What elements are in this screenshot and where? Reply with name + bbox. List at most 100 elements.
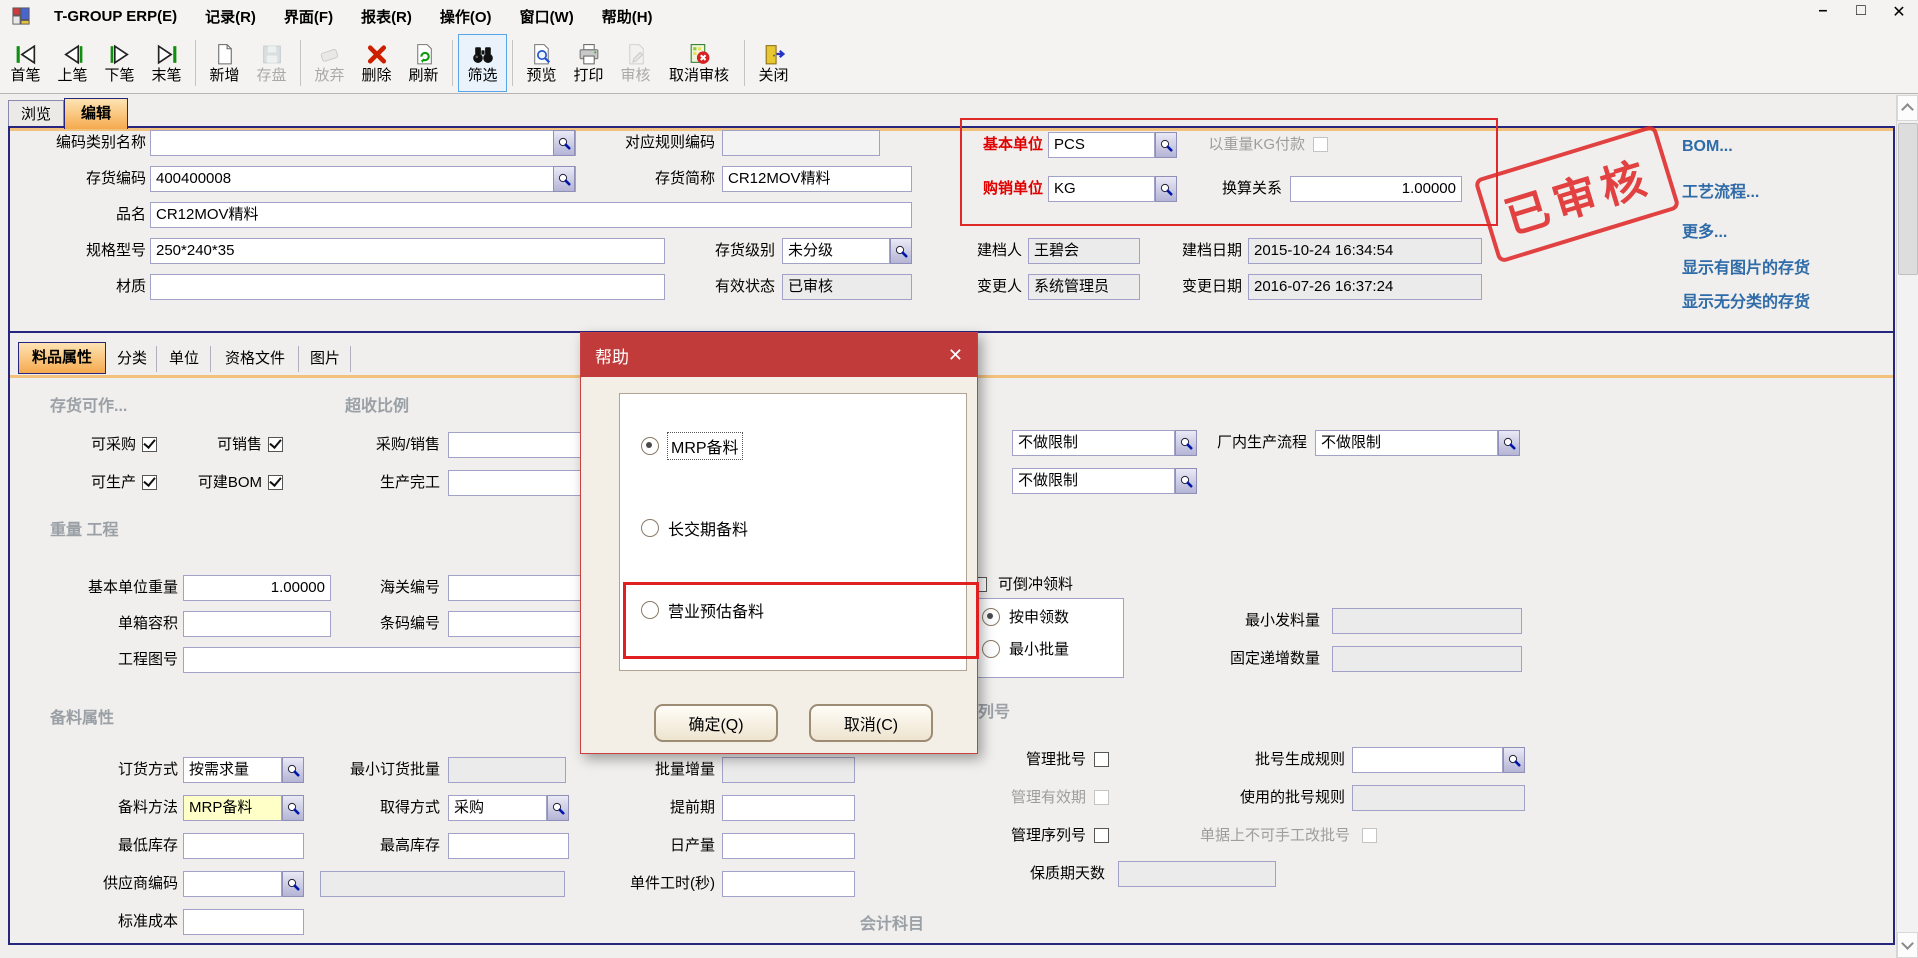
rule-code-field[interactable]	[722, 130, 880, 156]
menu-operation[interactable]: 操作(O)	[426, 1, 506, 32]
close-window-button[interactable]: ✕	[1888, 2, 1910, 22]
vertical-scrollbar[interactable]	[1896, 95, 1918, 958]
link-show-with-image[interactable]: 显示有图片的存货	[1682, 254, 1810, 278]
manage-serial-checkbox[interactable]	[1094, 828, 1109, 843]
acquire-mode-lookup-icon[interactable]	[547, 795, 569, 821]
batch-rule-lookup-icon[interactable]	[1503, 747, 1525, 773]
last-record-button[interactable]: 末笔	[143, 35, 190, 91]
help-dialog-titlebar[interactable]: 帮助 ✕	[581, 333, 977, 377]
refresh-button[interactable]: 刷新	[400, 35, 447, 91]
link-bom[interactable]: BOM...	[1682, 138, 1733, 156]
close-button[interactable]: 关闭	[750, 35, 797, 91]
option-mrp-prep[interactable]: MRP备料	[641, 433, 742, 459]
limit2-field[interactable]: 不做限制	[1012, 468, 1175, 494]
scrollbar-thumb[interactable]	[1898, 123, 1918, 275]
trade-unit-lookup-icon[interactable]	[1155, 176, 1177, 202]
code-category-lookup-icon[interactable]	[553, 130, 575, 156]
option-long-lead-prep[interactable]: 长交期备料	[641, 516, 748, 540]
prep-method-lookup-icon[interactable]	[282, 795, 304, 821]
tab-edit[interactable]: 编辑	[64, 98, 128, 129]
conversion-field[interactable]: 1.00000	[1290, 176, 1462, 202]
item-code-lookup-icon[interactable]	[553, 166, 575, 192]
can-bom-checkbox[interactable]	[268, 475, 283, 490]
std-cost-field[interactable]	[183, 909, 304, 935]
issue-by-apply-option[interactable]: 按申领数	[982, 606, 1069, 627]
print-button[interactable]: 打印	[565, 35, 612, 91]
panel-right-border	[1893, 126, 1895, 945]
issue-min-batch-option[interactable]: 最小批量	[982, 638, 1069, 659]
restore-button[interactable]: □	[1850, 2, 1872, 22]
min-stock-field[interactable]	[183, 833, 304, 859]
preview-button[interactable]: 预览	[518, 35, 565, 91]
cancel-audit-button[interactable]: 取消审核	[659, 35, 739, 91]
trade-unit-field[interactable]: KG	[1048, 176, 1155, 202]
subtab-classification[interactable]: 分类	[108, 346, 157, 372]
scroll-up-button[interactable]	[1897, 95, 1918, 121]
base-unit-field[interactable]: PCS	[1048, 132, 1155, 158]
delete-button[interactable]: 删除	[353, 35, 400, 91]
menu-record[interactable]: 记录(R)	[191, 1, 270, 32]
prep-method-field[interactable]: MRP备料	[183, 795, 282, 821]
next-record-button[interactable]: 下笔	[96, 35, 143, 91]
limit1-lookup-icon[interactable]	[1175, 430, 1197, 456]
base-unit-weight-field[interactable]: 1.00000	[183, 575, 331, 601]
limit1-field[interactable]: 不做限制	[1012, 430, 1175, 456]
can-produce-checkbox[interactable]	[142, 475, 157, 490]
scroll-down-button[interactable]	[1897, 932, 1918, 958]
subtab-unit[interactable]: 单位	[158, 346, 211, 372]
first-record-button[interactable]: 首笔	[2, 35, 49, 91]
issue-by-apply-radio[interactable]	[982, 608, 1000, 626]
tab-browse[interactable]: 浏览	[8, 100, 64, 129]
menu-report[interactable]: 报表(R)	[347, 1, 426, 32]
can-purchase-checkbox[interactable]	[142, 437, 157, 452]
cancel-button[interactable]: 取消(C)	[809, 704, 933, 742]
filter-button[interactable]: 筛选	[458, 34, 507, 92]
menu-tgroup-erp[interactable]: T-GROUP ERP(E)	[40, 3, 191, 30]
lead-time-field[interactable]	[722, 795, 855, 821]
ok-button[interactable]: 确定(Q)	[654, 704, 778, 742]
max-stock-field[interactable]	[448, 833, 569, 859]
minimize-button[interactable]: –	[1812, 2, 1834, 22]
link-more[interactable]: 更多...	[1682, 218, 1727, 242]
supplier-code-field[interactable]	[183, 871, 282, 897]
can-sale-checkbox[interactable]	[268, 437, 283, 452]
acquire-mode-field[interactable]: 采购	[448, 795, 547, 821]
batch-increment-field[interactable]	[722, 757, 855, 783]
menu-window[interactable]: 窗口(W)	[506, 1, 588, 32]
menu-interface[interactable]: 界面(F)	[270, 1, 347, 32]
factory-flow-lookup-icon[interactable]	[1498, 430, 1520, 456]
mrp-prep-radio[interactable]	[641, 437, 659, 455]
limit2-lookup-icon[interactable]	[1175, 468, 1197, 494]
subtab-qualification-files[interactable]: 资格文件	[212, 346, 299, 372]
menu-help[interactable]: 帮助(H)	[588, 1, 667, 32]
issue-min-batch-radio[interactable]	[982, 640, 1000, 658]
factory-flow-field[interactable]: 不做限制	[1315, 430, 1498, 456]
min-order-qty-field[interactable]	[448, 757, 566, 783]
long-lead-prep-radio[interactable]	[641, 519, 659, 537]
subtab-images[interactable]: 图片	[300, 346, 351, 372]
manage-batch-checkbox[interactable]	[1094, 752, 1109, 767]
batch-rule-field[interactable]	[1352, 747, 1503, 773]
item-name-field[interactable]: CR12MOV精料	[150, 202, 912, 228]
base-unit-lookup-icon[interactable]	[1155, 132, 1177, 158]
menu-bar: T-GROUP ERP(E) 记录(R) 界面(F) 报表(R) 操作(O) 窗…	[0, 0, 1918, 32]
code-category-field[interactable]	[150, 130, 576, 156]
item-abbr-field[interactable]: CR12MOV精料	[722, 166, 912, 192]
new-button[interactable]: 新增	[201, 35, 248, 91]
item-level-field[interactable]: 未分级	[782, 238, 890, 264]
order-mode-lookup-icon[interactable]	[282, 757, 304, 783]
supplier-code-lookup-icon[interactable]	[282, 871, 304, 897]
item-level-lookup-icon[interactable]	[890, 238, 912, 264]
subtab-item-attributes[interactable]: 料品属性	[18, 342, 106, 374]
item-code-field[interactable]: 400400008	[150, 166, 576, 192]
unit-work-time-field[interactable]	[722, 871, 855, 897]
order-mode-field[interactable]: 按需求量	[183, 757, 282, 783]
dialog-close-icon[interactable]: ✕	[948, 346, 963, 364]
link-process-flow[interactable]: 工艺流程...	[1682, 178, 1759, 202]
material-field[interactable]	[150, 274, 665, 300]
prev-record-button[interactable]: 上笔	[49, 35, 96, 91]
link-show-unclassified[interactable]: 显示无分类的存货	[1682, 288, 1810, 312]
box-volume-field[interactable]	[183, 611, 331, 637]
spec-field[interactable]: 250*240*35	[150, 238, 665, 264]
daily-output-field[interactable]	[722, 833, 855, 859]
